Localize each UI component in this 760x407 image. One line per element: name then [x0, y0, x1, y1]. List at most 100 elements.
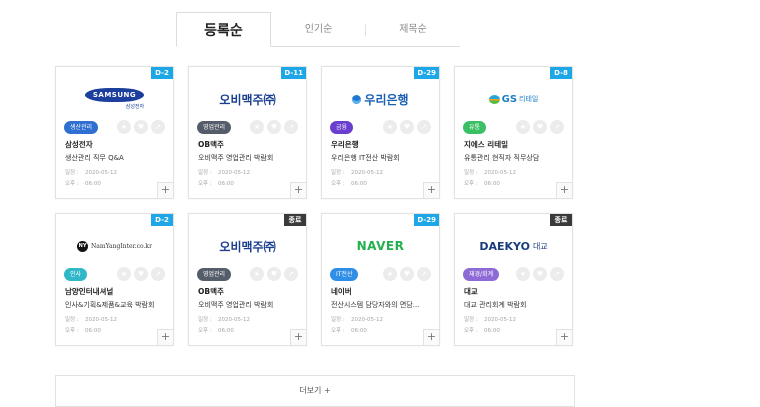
event-date: 일정 : 2020-05-12 — [331, 315, 383, 323]
event-card[interactable]: 종료 오비맥주㈜ 영업관리 ★ ♥ ↗ OB맥주 오비맥주 영업관리 박람회 일… — [188, 213, 307, 346]
star-icon[interactable]: ★ — [383, 120, 397, 134]
event-title[interactable]: 전산시스템 담당자와의 면담... — [331, 300, 435, 310]
dday-badge: D-29 — [414, 214, 439, 226]
event-card[interactable]: D-29 우리은행 금융 ★ ♥ ↗ 우리은행 우리은행 IT전산 박람회 일정… — [321, 66, 440, 199]
card-actions: ★ ♥ ↗ — [250, 120, 298, 134]
logo-area: GS 리테일 — [455, 87, 572, 111]
time-label: 오후 : — [331, 181, 345, 187]
company-name: 대교 — [464, 287, 478, 296]
share-icon[interactable]: ↗ — [151, 267, 165, 281]
star-icon[interactable]: ★ — [117, 267, 131, 281]
daekyo-logo: DAEKYO 대교 — [479, 239, 548, 253]
star-icon[interactable]: ★ — [250, 120, 264, 134]
ob-logo: 오비맥주㈜ — [219, 92, 276, 107]
time-label: 오후 : — [198, 181, 212, 187]
heart-icon[interactable]: ♥ — [267, 267, 281, 281]
event-card[interactable]: D-2 SAMSUNG 삼성전자 생산관리 ★ ♥ ↗ 삼성전자 생산관리 직무… — [55, 66, 174, 199]
event-time: 오후 : 06:00 — [65, 179, 101, 187]
add-icon[interactable]: + — [290, 182, 306, 198]
star-icon[interactable]: ★ — [383, 267, 397, 281]
heart-icon[interactable]: ♥ — [134, 120, 148, 134]
time-value: 06:00 — [351, 328, 367, 334]
share-icon[interactable]: ↗ — [284, 267, 298, 281]
event-card[interactable]: D-29 NAVER IT전산 ★ ♥ ↗ 네이버 전산시스템 담당자와의 면담… — [321, 213, 440, 346]
event-date: 일정 : 2020-05-12 — [65, 315, 117, 323]
event-card[interactable]: 종료 DAEKYO 대교 재경/회계 ★ ♥ ↗ 대교 대교 관리회계 박람회 … — [454, 213, 573, 346]
event-time: 오후 : 06:00 — [331, 179, 367, 187]
event-card[interactable]: D-8 GS 리테일 유통 ★ ♥ ↗ 지에스 리테일 유통관리 현직자 직무상… — [454, 66, 573, 199]
category-badge: 재경/회계 — [463, 268, 500, 281]
star-icon[interactable]: ★ — [516, 267, 530, 281]
time-label: 오후 : — [331, 328, 345, 334]
event-card[interactable]: D-11 오비맥주㈜ 영업관리 ★ ♥ ↗ OB맥주 오비맥주 영업관리 박람회… — [188, 66, 307, 199]
date-value: 2020-05-12 — [85, 170, 117, 176]
add-icon[interactable]: + — [290, 329, 306, 345]
heart-icon[interactable]: ♥ — [400, 267, 414, 281]
add-icon[interactable]: + — [157, 182, 173, 198]
add-icon[interactable]: + — [157, 329, 173, 345]
heart-icon[interactable]: ♥ — [533, 267, 547, 281]
date-label: 일정 : — [331, 170, 345, 176]
event-time: 오후 : 06:00 — [331, 326, 367, 334]
card-actions: ★ ♥ ↗ — [516, 120, 564, 134]
event-title[interactable]: 오비맥주 영업관리 박람회 — [198, 300, 302, 310]
dday-badge: 종료 — [284, 214, 306, 226]
company-name: 네이버 — [331, 287, 352, 296]
star-icon[interactable]: ★ — [117, 120, 131, 134]
heart-icon[interactable]: ♥ — [267, 120, 281, 134]
star-icon[interactable]: ★ — [250, 267, 264, 281]
card-actions: ★ ♥ ↗ — [516, 267, 564, 281]
dday-badge: D-8 — [550, 67, 572, 79]
time-label: 오후 : — [65, 328, 79, 334]
category-badge: 유통 — [463, 121, 487, 134]
woori-emblem-icon — [352, 94, 362, 104]
heart-icon[interactable]: ♥ — [134, 267, 148, 281]
tab-popular[interactable]: 인기순 — [271, 12, 366, 47]
share-icon[interactable]: ↗ — [151, 120, 165, 134]
date-value: 2020-05-12 — [351, 317, 383, 323]
event-date: 일정 : 2020-05-12 — [464, 315, 516, 323]
tab-title[interactable]: 제목순 — [366, 12, 460, 47]
event-date: 일정 : 2020-05-12 — [464, 168, 516, 176]
share-icon[interactable]: ↗ — [417, 267, 431, 281]
tab-registered[interactable]: 등록순 — [176, 12, 271, 47]
category-badge: 금융 — [330, 121, 354, 134]
add-icon[interactable]: + — [423, 329, 439, 345]
event-title[interactable]: 오비맥주 영업관리 박람회 — [198, 153, 302, 163]
date-value: 2020-05-12 — [351, 170, 383, 176]
event-date: 일정 : 2020-05-12 — [198, 168, 250, 176]
namyang-logo: NY NamYangInter.co.kr — [77, 240, 152, 252]
time-value: 06:00 — [218, 181, 234, 187]
add-icon[interactable]: + — [556, 329, 572, 345]
event-time: 오후 : 06:00 — [65, 326, 101, 334]
date-value: 2020-05-12 — [218, 170, 250, 176]
share-icon[interactable]: ↗ — [284, 120, 298, 134]
date-label: 일정 : — [464, 170, 478, 176]
share-icon[interactable]: ↗ — [550, 267, 564, 281]
event-date: 일정 : 2020-05-12 — [331, 168, 383, 176]
event-card[interactable]: D-2 NY NamYangInter.co.kr 인사 ★ ♥ ↗ 남양인터내… — [55, 213, 174, 346]
event-title[interactable]: 유통관리 현직자 직무상담 — [464, 153, 568, 163]
event-title[interactable]: 대교 관리회계 박람회 — [464, 300, 568, 310]
star-icon[interactable]: ★ — [516, 120, 530, 134]
event-time: 오후 : 06:00 — [198, 179, 234, 187]
logo-area: 우리은행 — [322, 87, 439, 111]
event-title[interactable]: 인사&기획&제품&교육 박람회 — [65, 300, 169, 310]
share-icon[interactable]: ↗ — [550, 120, 564, 134]
logo-area: 오비맥주㈜ — [189, 234, 306, 258]
event-title[interactable]: 생산관리 직무 Q&A — [65, 153, 169, 163]
logo-area: NAVER — [322, 234, 439, 258]
logo-area: DAEKYO 대교 — [455, 234, 572, 258]
load-more-button[interactable]: 더보기 + — [55, 375, 575, 407]
heart-icon[interactable]: ♥ — [533, 120, 547, 134]
add-icon[interactable]: + — [423, 182, 439, 198]
heart-icon[interactable]: ♥ — [400, 120, 414, 134]
time-value: 06:00 — [85, 328, 101, 334]
add-icon[interactable]: + — [556, 182, 572, 198]
event-title[interactable]: 우리은행 IT전산 박람회 — [331, 153, 435, 163]
share-icon[interactable]: ↗ — [417, 120, 431, 134]
category-badge: 생산관리 — [64, 121, 99, 134]
gs-emblem-icon — [488, 94, 500, 104]
card-actions: ★ ♥ ↗ — [250, 267, 298, 281]
date-label: 일정 : — [331, 317, 345, 323]
